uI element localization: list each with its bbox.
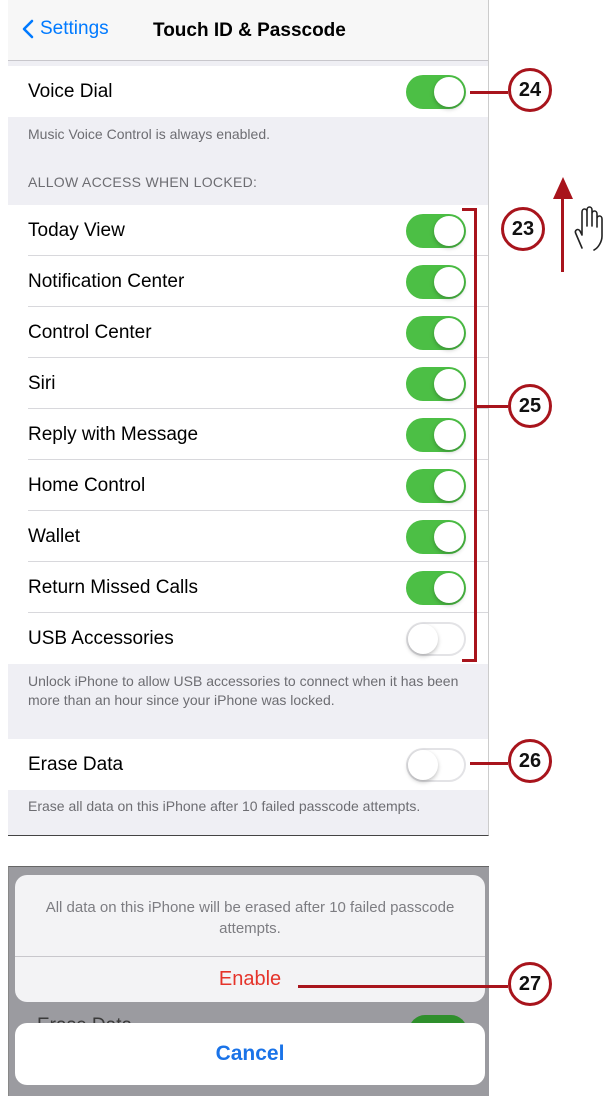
arrow-up-icon	[553, 177, 573, 199]
erase-data-toggle[interactable]	[406, 748, 466, 782]
home-control-toggle[interactable]	[406, 469, 466, 503]
wallet-toggle[interactable]	[406, 520, 466, 554]
callout-24: 24	[508, 68, 552, 112]
list-item-today-view: Today View	[8, 205, 488, 256]
toggle-knob	[434, 369, 464, 399]
voice-dial-footnote: Music Voice Control is always enabled.	[28, 126, 271, 142]
callout-25: 25	[508, 384, 552, 428]
return-missed-calls-toggle[interactable]	[406, 571, 466, 605]
callout-26: 26	[508, 739, 552, 783]
list-item-label: Control Center	[28, 322, 152, 343]
back-button[interactable]: Settings	[22, 18, 109, 40]
list-item-home-control: Home Control	[8, 460, 488, 511]
toggle-knob	[434, 318, 464, 348]
list-item-reply-with-message: Reply with Message	[8, 409, 488, 460]
toggle-knob	[434, 216, 464, 246]
toggle-knob	[408, 750, 438, 780]
erase-alert-screenshot: Erase Data All data on this iPhone will …	[8, 866, 489, 1096]
toggle-knob	[434, 77, 464, 107]
alert-message: All data on this iPhone will be erased a…	[45, 899, 455, 937]
control-center-toggle[interactable]	[406, 316, 466, 350]
toggle-knob	[408, 624, 438, 654]
toggle-knob	[434, 471, 464, 501]
list-item-label: Return Missed Calls	[28, 577, 198, 598]
action-sheet: All data on this iPhone will be erased a…	[15, 875, 485, 1002]
settings-screenshot: Settings Touch ID & Passcode Voice Dial …	[8, 0, 489, 836]
erase-data-footnote: Erase all data on this iPhone after 10 f…	[28, 798, 421, 814]
toggle-knob	[434, 573, 464, 603]
list-item-label: Notification Center	[28, 271, 185, 292]
callout-23: 23	[501, 207, 545, 251]
usb-accessories-toggle[interactable]	[406, 622, 466, 656]
erase-data-label: Erase Data	[28, 754, 124, 775]
reply-with-message-toggle[interactable]	[406, 418, 466, 452]
callout-24-leader	[470, 91, 508, 94]
today-view-toggle[interactable]	[406, 214, 466, 248]
chevron-left-icon	[22, 19, 34, 39]
list-item-control-center: Control Center	[8, 307, 488, 358]
list-item-wallet: Wallet	[8, 511, 488, 562]
list-item-usb-accessories: USB Accessories	[8, 613, 488, 664]
list-item-notification-center: Notification Center	[8, 256, 488, 307]
swipe-up-arrow-shaft	[561, 194, 564, 272]
erase-data-row: Erase Data	[8, 739, 488, 790]
list-item-return-missed-calls: Return Missed Calls	[8, 562, 488, 613]
hand-swipe-icon	[574, 206, 603, 251]
callout-27-leader	[298, 985, 508, 988]
list-item-siri: Siri	[8, 358, 488, 409]
voice-dial-toggle[interactable]	[406, 75, 466, 109]
divider	[15, 956, 485, 957]
list-item-label: Wallet	[28, 526, 81, 547]
callout-25-leader	[474, 405, 508, 408]
toggle-knob	[434, 267, 464, 297]
usb-footnote: Unlock iPhone to allow USB accessories t…	[28, 673, 459, 708]
voice-dial-label: Voice Dial	[28, 81, 113, 102]
callout-25-bracket	[462, 208, 477, 662]
toggle-knob	[434, 420, 464, 450]
list-item-label: Siri	[28, 373, 56, 394]
list-item-label: Today View	[28, 220, 125, 241]
back-label: Settings	[40, 18, 109, 39]
toggle-knob	[434, 522, 464, 552]
notification-center-toggle[interactable]	[406, 265, 466, 299]
callout-26-leader	[470, 762, 508, 765]
list-item-label: USB Accessories	[28, 628, 174, 649]
list-item-label: Reply with Message	[28, 424, 199, 445]
page-title: Touch ID & Passcode	[153, 20, 346, 41]
siri-toggle[interactable]	[406, 367, 466, 401]
navigation-bar: Settings Touch ID & Passcode	[8, 0, 488, 61]
list-item-label: Home Control	[28, 475, 146, 496]
voice-dial-row: Voice Dial	[8, 66, 488, 117]
cancel-button[interactable]: Cancel	[15, 1023, 485, 1085]
callout-27: 27	[508, 962, 552, 1006]
allow-access-header: ALLOW ACCESS WHEN LOCKED:	[28, 174, 258, 190]
